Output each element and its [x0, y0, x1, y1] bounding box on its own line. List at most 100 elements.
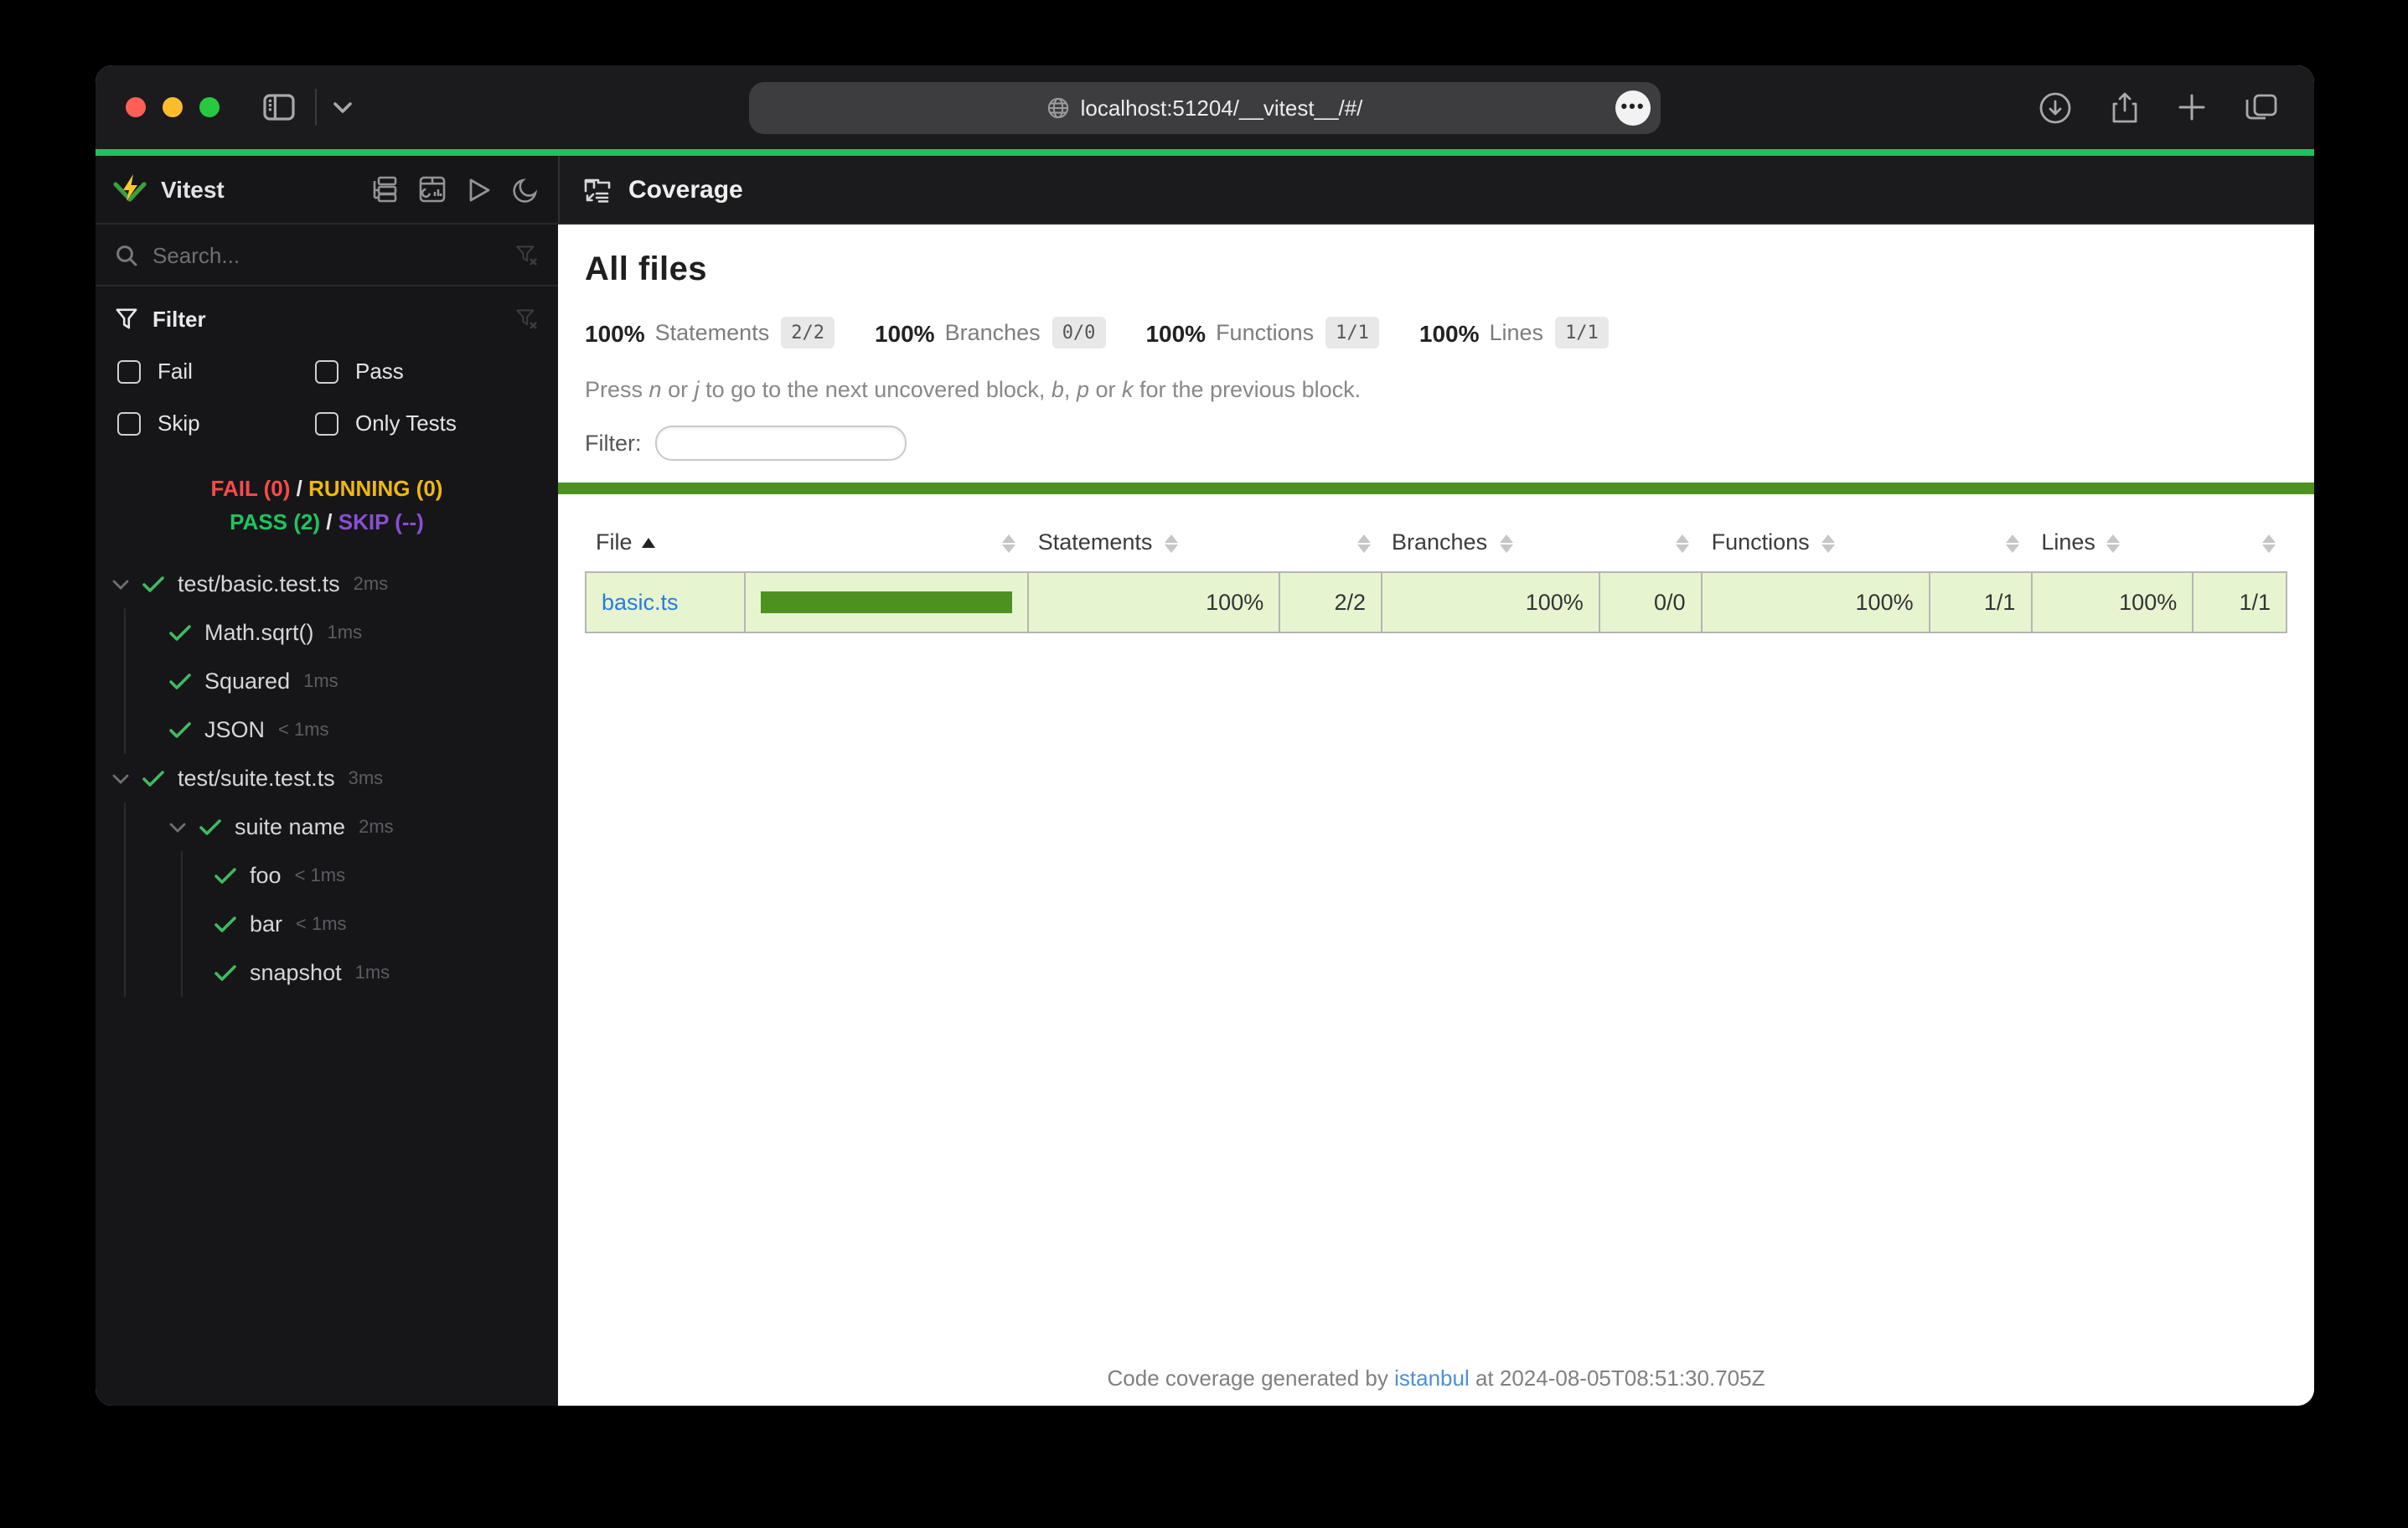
duration: < 1ms: [278, 720, 329, 740]
tree-item-test[interactable]: Math.sqrt() 1ms: [126, 608, 558, 657]
minimize-window-button[interactable]: [163, 97, 183, 117]
sidebar-toggle-icon[interactable]: [263, 94, 295, 121]
functions-frac-cell: 1/1: [1930, 572, 2032, 632]
col-statements-raw[interactable]: [1279, 516, 1382, 572]
coverage-stats: 100% Statements 2/2 100% Branches 0/0 10…: [585, 317, 2287, 348]
coverage-bar-fill: [762, 591, 1012, 613]
sorter-icon[interactable]: [2261, 533, 2276, 555]
col-lines-raw[interactable]: [2193, 516, 2287, 572]
pass-check-icon: [169, 624, 191, 641]
tree-item-test[interactable]: snapshot 1ms: [183, 948, 558, 997]
filter-checkbox-pass[interactable]: Pass: [315, 359, 538, 384]
sorter-icon[interactable]: [1499, 533, 1514, 555]
statements-pct-cell: 100%: [1028, 572, 1279, 632]
dashboard-report-icon[interactable]: [419, 176, 446, 203]
share-icon[interactable]: [2111, 91, 2138, 123]
tree-item-file[interactable]: test/suite.test.ts 3ms: [96, 754, 558, 803]
filter-checkbox-only-tests[interactable]: Only Tests: [315, 410, 538, 436]
col-branches[interactable]: Branches: [1382, 516, 1599, 572]
lines-frac-cell: 1/1: [2193, 572, 2287, 632]
sidebar-header: Vitest: [96, 156, 558, 225]
istanbul-link[interactable]: istanbul: [1394, 1365, 1470, 1391]
traffic-lights: [96, 97, 220, 117]
address-bar[interactable]: localhost:51204/__vitest__/#/ •••: [749, 82, 1661, 134]
sorter-icon[interactable]: [1822, 533, 1837, 555]
sorter-icon[interactable]: [1677, 533, 1692, 555]
col-file[interactable]: File: [586, 516, 746, 572]
tree-item-suite[interactable]: suite name 2ms: [126, 803, 558, 851]
keyboard-shortcuts-hint: Press n or j to go to the next uncovered…: [585, 377, 2287, 402]
skip-count: SKIP (--): [338, 509, 424, 534]
tree-item-test[interactable]: JSON < 1ms: [126, 705, 558, 754]
col-branches-raw[interactable]: [1599, 516, 1702, 572]
tree-item-file[interactable]: test/basic.test.ts 2ms: [96, 560, 558, 608]
checkbox-icon[interactable]: [315, 411, 338, 435]
fail-count: FAIL (0): [211, 476, 291, 501]
sorter-icon[interactable]: [1356, 533, 1372, 555]
col-statements[interactable]: Statements: [1028, 516, 1279, 572]
pass-check-icon: [199, 818, 221, 835]
search-row: [96, 225, 558, 286]
vitest-sidebar: Vitest: [96, 156, 558, 1406]
search-icon: [116, 244, 137, 266]
tab-overview-icon[interactable]: [2245, 93, 2277, 121]
checkbox-icon[interactable]: [117, 411, 141, 435]
new-tab-icon[interactable]: [2178, 94, 2205, 121]
sorter-icon[interactable]: [1003, 533, 1018, 555]
col-functions[interactable]: Functions: [1702, 516, 1930, 572]
chevron-down-icon[interactable]: [333, 101, 352, 113]
tests-tree-view-icon[interactable]: [370, 176, 397, 203]
coverage-header: Coverage: [558, 156, 2314, 225]
vitest-logo-icon: [112, 173, 147, 206]
zoom-window-button[interactable]: [199, 97, 220, 117]
checkbox-icon[interactable]: [315, 359, 338, 383]
fraction-badge: 1/1: [1555, 317, 1609, 348]
screen: localhost:51204/__vitest__/#/ •••: [0, 0, 2408, 1528]
page-settings-button[interactable]: •••: [1615, 90, 1651, 126]
chevron-down-icon[interactable]: [169, 822, 186, 832]
col-functions-raw[interactable]: [1930, 516, 2032, 572]
stat-functions: 100% Functions 1/1: [1145, 317, 1378, 348]
tree-item-test[interactable]: Squared 1ms: [126, 657, 558, 705]
sort-ascending-icon: [643, 539, 656, 549]
statements-frac-cell: 2/2: [1279, 572, 1382, 632]
filter-checkbox-skip[interactable]: Skip: [117, 410, 315, 436]
lines-pct-cell: 100%: [2031, 572, 2193, 632]
file-link[interactable]: basic.ts: [602, 590, 679, 615]
chevron-down-icon[interactable]: [112, 579, 129, 589]
globe-icon: [1047, 97, 1069, 119]
fraction-badge: 1/1: [1325, 317, 1379, 348]
sorter-icon[interactable]: [2006, 533, 2021, 555]
coverage-report-icon: [583, 177, 612, 202]
coverage-status-line: [558, 483, 2314, 494]
checkbox-icon[interactable]: [117, 359, 141, 383]
run-all-icon[interactable]: [468, 177, 491, 202]
sorter-icon[interactable]: [1164, 533, 1179, 555]
search-input[interactable]: [152, 242, 499, 267]
dark-mode-moon-icon[interactable]: [513, 177, 538, 202]
coverage-content: All files 100% Statements 2/2 100% Branc…: [558, 225, 2314, 1406]
duration: 2ms: [359, 817, 394, 837]
downloads-icon[interactable]: [2039, 91, 2071, 123]
coverage-title: Coverage: [628, 175, 743, 204]
table-row: basic.ts 100% 2/2 100% 0/0 100% 1/1 100%: [586, 572, 2287, 632]
close-window-button[interactable]: [126, 97, 146, 117]
sorter-icon[interactable]: [2107, 533, 2122, 555]
tree-item-test[interactable]: bar < 1ms: [183, 900, 558, 948]
pass-check-icon: [214, 867, 236, 884]
duration: 1ms: [303, 671, 338, 691]
table-header-row: File Statements Branches Functions Lines: [586, 516, 2287, 572]
col-pic[interactable]: [746, 516, 1028, 572]
coverage-bar-cell: [746, 572, 1028, 632]
app-title: Vitest: [161, 176, 225, 203]
browser-toolbar: localhost:51204/__vitest__/#/ •••: [96, 65, 2314, 149]
pass-check-icon: [142, 576, 164, 592]
coverage-filter-input[interactable]: [655, 426, 907, 461]
fraction-badge: 0/0: [1052, 317, 1106, 348]
filter-checkbox-fail[interactable]: Fail: [117, 359, 315, 384]
chevron-down-icon[interactable]: [112, 773, 129, 783]
clear-search-filter-icon[interactable]: [514, 244, 538, 266]
tree-item-test[interactable]: foo < 1ms: [183, 851, 558, 900]
col-lines[interactable]: Lines: [2031, 516, 2193, 572]
clear-filters-icon[interactable]: [514, 308, 538, 330]
